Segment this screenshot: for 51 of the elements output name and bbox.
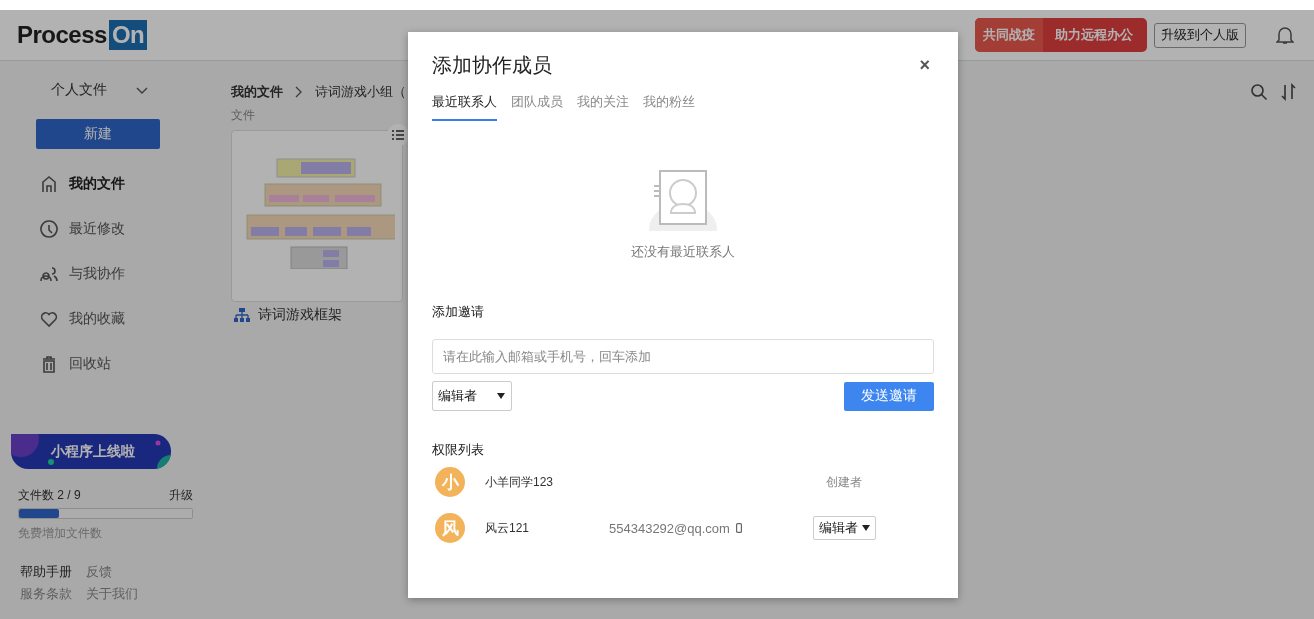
- section-label: 文件: [231, 107, 256, 124]
- member-name: 风云121: [485, 519, 531, 537]
- tab[interactable]: 团队成员: [511, 93, 563, 121]
- space-selector[interactable]: 个人文件: [0, 61, 215, 98]
- sidebar-item[interactable]: 回收站: [0, 341, 215, 386]
- member-email: 554343292@qq.com: [609, 520, 730, 536]
- file-name[interactable]: 诗词游戏框架: [258, 306, 342, 324]
- promo-text: 小程序上线啦: [51, 442, 135, 461]
- clock-icon: [39, 218, 59, 239]
- tab[interactable]: 我的关注: [577, 93, 629, 121]
- close-button[interactable]: ×: [915, 55, 934, 76]
- home-icon: [39, 173, 59, 194]
- caret-icon: [497, 393, 505, 399]
- caret-icon: [862, 525, 870, 531]
- new-button[interactable]: 新建: [36, 119, 160, 149]
- breadcrumb-link[interactable]: 我的文件: [231, 83, 283, 101]
- invite-field[interactable]: 请在此输入邮箱或手机号，回车添加: [432, 339, 934, 374]
- role-select[interactable]: 编辑者: [813, 516, 876, 540]
- campaign-text: 共同战疫: [975, 18, 1043, 52]
- member-role: 创建者: [826, 473, 862, 491]
- chevron-icon: [295, 86, 303, 98]
- campaign-banner[interactable]: 共同战疫 助力远程办公: [975, 18, 1147, 52]
- upgrade-button[interactable]: 升级到个人版: [1154, 22, 1246, 48]
- upgrade-link[interactable]: 升级: [169, 487, 193, 504]
- sort-icon[interactable]: [1280, 83, 1298, 101]
- empty-message: 还没有最近联系人: [631, 243, 735, 261]
- sidebar-item[interactable]: 最近修改: [0, 206, 215, 251]
- send-invite-button[interactable]: 发送邀请: [844, 381, 934, 411]
- avatar: 小: [435, 467, 465, 497]
- tab[interactable]: 最近联系人: [432, 93, 497, 121]
- dialog-title: 添加协作成员: [432, 53, 552, 78]
- section-label: 添加邀请: [432, 303, 485, 321]
- contact-card-icon: [648, 169, 718, 231]
- sidebar-item[interactable]: 我的收藏: [0, 296, 215, 341]
- section-label: 权限列表: [432, 441, 485, 459]
- logo[interactable]: Process On: [17, 20, 148, 50]
- flowchart-icon: [234, 308, 250, 322]
- role-select[interactable]: 编辑者: [432, 381, 512, 411]
- sidebar-item[interactable]: 与我协作: [0, 251, 215, 296]
- breadcrumb-link[interactable]: 诗词游戏小组（: [315, 83, 406, 101]
- tab[interactable]: 我的粉丝: [643, 93, 695, 121]
- footer-link[interactable]: 帮助手册: [20, 563, 72, 585]
- avatar: 风: [435, 513, 465, 543]
- sidebar-item[interactable]: 我的文件: [0, 161, 215, 206]
- bell-icon[interactable]: [1276, 25, 1294, 45]
- quota-label: 文件数 2 / 9: [18, 487, 81, 504]
- search-icon[interactable]: [1250, 83, 1268, 101]
- member-name: 小羊同学123: [485, 473, 555, 491]
- campaign-text: 助力远程办公: [1054, 26, 1134, 44]
- promo-banner[interactable]: 小程序上线啦: [11, 434, 171, 469]
- phone-icon: [735, 523, 742, 533]
